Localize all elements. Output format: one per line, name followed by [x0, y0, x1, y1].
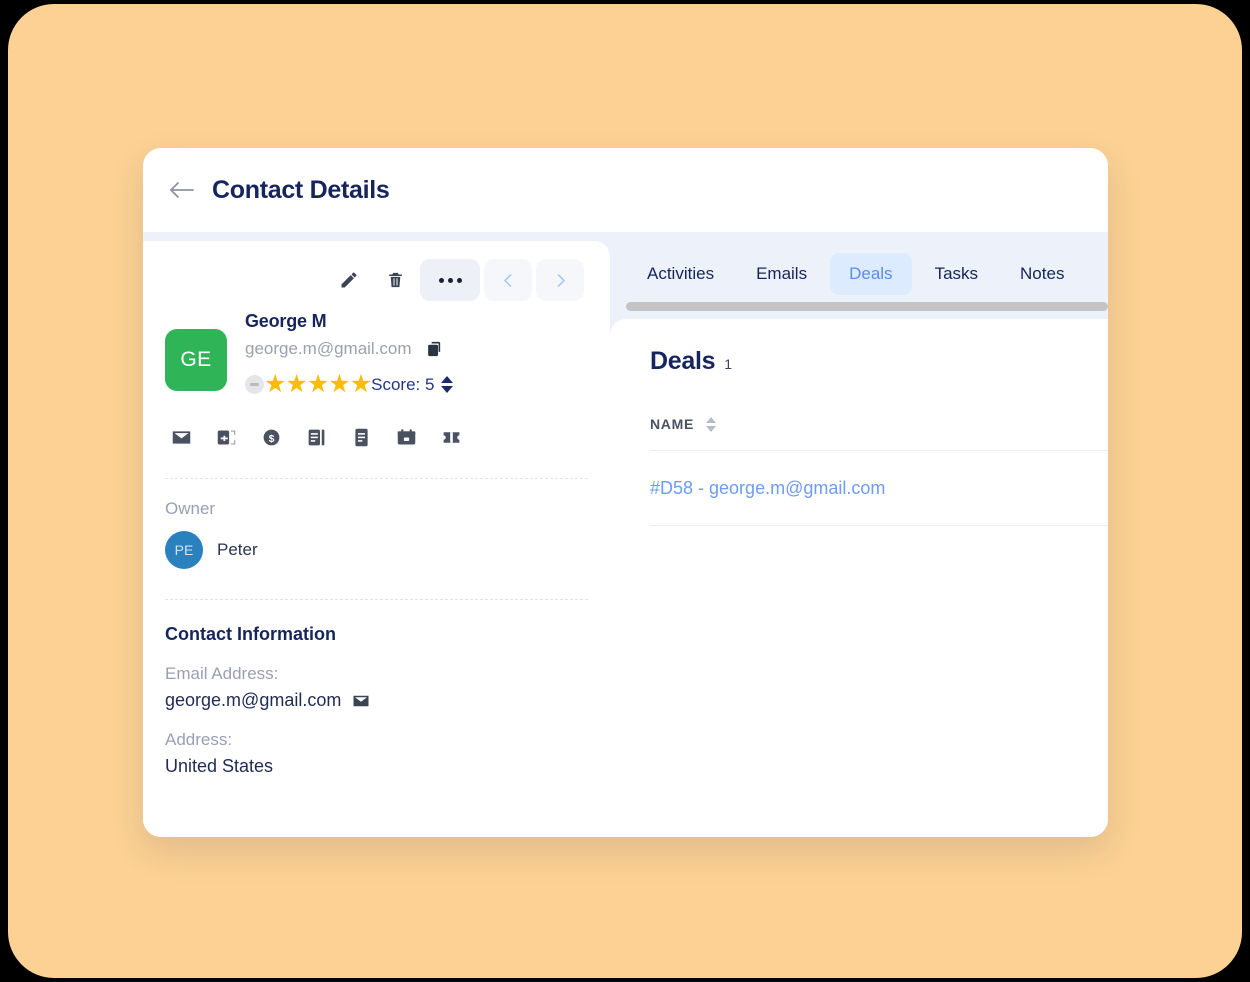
star-icon[interactable]: ★ [285, 372, 307, 397]
tab-tasks[interactable]: Tasks [916, 253, 997, 295]
address-value: United States [165, 756, 274, 776]
email-address-value: george.m@gmail.com [165, 690, 342, 710]
app-background: Contact Details GE George M george.m@gma… [8, 4, 1242, 978]
contact-name: George M [245, 311, 327, 331]
contact-rating[interactable]: ★ ★ ★ ★ ★ Score: 5 [245, 372, 459, 397]
owner-label: Owner [165, 499, 216, 518]
back-arrow-icon[interactable] [165, 173, 199, 207]
tabs-horizontal-scrollbar[interactable] [626, 302, 1108, 311]
owner-name: Peter [217, 540, 258, 559]
note-icon[interactable] [351, 427, 372, 448]
tab-deals[interactable]: Deals [830, 253, 912, 295]
star-icon[interactable]: ★ [328, 372, 350, 397]
field-label: Address: [165, 730, 233, 749]
field-label: Email Address: [165, 664, 279, 683]
star-icon[interactable]: ★ [264, 372, 286, 397]
deals-panel-header: Deals 1 [650, 347, 1108, 376]
copy-icon[interactable] [426, 340, 443, 358]
star-rating[interactable]: ★ ★ ★ ★ ★ [264, 372, 372, 397]
star-icon[interactable]: ★ [307, 372, 329, 397]
field-address: Address: United States [165, 730, 588, 777]
tab-activities[interactable]: Activities [628, 253, 733, 295]
more-options-button[interactable] [420, 259, 480, 301]
edit-button[interactable] [328, 259, 370, 301]
deals-panel: Deals 1 NAME AMOU #D58 - george.m@g [610, 319, 1108, 837]
add-note-icon[interactable] [216, 427, 237, 448]
ticket-icon[interactable] [441, 427, 462, 448]
deal-name-link[interactable]: #D58 - george.m@gmail.com [650, 478, 885, 499]
deals-table: NAME AMOU #D58 - george.m@gmail.com $590… [650, 416, 1108, 526]
tab-notes[interactable]: Notes [1001, 253, 1083, 295]
window-header: Contact Details [143, 148, 1108, 232]
next-contact-button[interactable] [536, 259, 584, 301]
clear-rating-icon[interactable] [245, 375, 264, 394]
section-divider [165, 599, 588, 600]
star-icon[interactable]: ★ [350, 372, 372, 397]
contact-avatar: GE [165, 329, 227, 391]
quick-action-icons: $ [165, 427, 588, 448]
contact-details-window: Contact Details GE George M george.m@gma… [143, 148, 1108, 837]
related-tabs: Activities Emails Deals Tasks Notes [610, 241, 1108, 295]
field-value: george.m@gmail.com [165, 690, 588, 711]
score-label: Score: 5 [371, 374, 435, 394]
contact-summary-pane: GE George M george.m@gmail.com ★ ★ ★ ★ ★… [143, 241, 610, 837]
page-title: Contact Details [212, 175, 390, 204]
field-email-address: Email Address: george.m@gmail.com [165, 664, 588, 711]
contact-email: george.m@gmail.com [245, 339, 412, 358]
notebook-icon[interactable] [306, 427, 327, 448]
related-records-pane: Activities Emails Deals Tasks Notes Deal… [610, 241, 1108, 837]
contact-identity: GE George M george.m@gmail.com ★ ★ ★ ★ ★… [165, 309, 588, 397]
window-body: GE George M george.m@gmail.com ★ ★ ★ ★ ★… [143, 241, 1108, 837]
deals-count: 1 [724, 356, 733, 372]
contact-action-toolbar [165, 241, 588, 301]
column-header-name[interactable]: NAME [650, 416, 717, 432]
score-stepper[interactable] [441, 376, 454, 393]
envelope-icon[interactable] [352, 692, 370, 710]
deals-table-header: NAME AMOU [650, 416, 1108, 450]
section-divider [165, 478, 588, 479]
previous-contact-button[interactable] [484, 259, 532, 301]
owner-row[interactable]: PE Peter [165, 531, 588, 569]
field-value: United States [165, 756, 588, 777]
header-divider [143, 232, 1108, 241]
svg-text:$: $ [269, 433, 275, 445]
delete-button[interactable] [374, 259, 416, 301]
dollar-circle-icon[interactable]: $ [261, 427, 282, 448]
table-row[interactable]: #D58 - george.m@gmail.com $590. [650, 450, 1108, 526]
column-header-name-label: NAME [650, 416, 695, 432]
envelope-icon[interactable] [171, 427, 192, 448]
tab-emails[interactable]: Emails [737, 253, 826, 295]
deals-title: Deals [650, 347, 716, 375]
sort-icon[interactable] [706, 416, 717, 432]
ellipsis-icon [438, 277, 462, 283]
owner-avatar: PE [165, 531, 203, 569]
contact-information-title: Contact Information [165, 624, 336, 644]
calendar-icon[interactable] [396, 427, 417, 448]
